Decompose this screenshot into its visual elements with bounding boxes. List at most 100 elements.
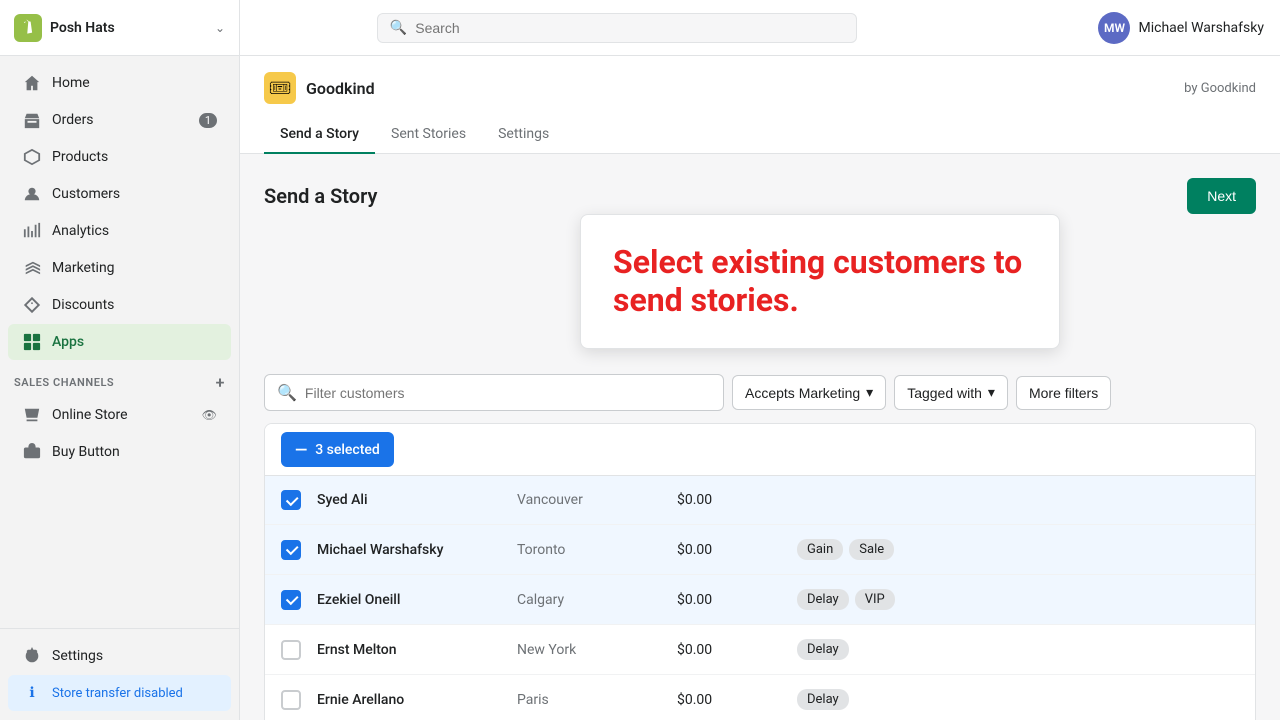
sidebar-item-products[interactable]: Products	[8, 139, 231, 175]
search-icon: 🔍	[390, 20, 407, 36]
row-checkbox-michael[interactable]	[281, 540, 301, 560]
buy-button-icon	[22, 442, 42, 462]
customer-amount: $0.00	[677, 492, 797, 508]
customer-name: Michael Warshafsky	[317, 542, 517, 558]
analytics-icon	[22, 221, 42, 241]
filter-search-icon: 🔍	[277, 383, 297, 402]
sales-channels-section: SALES CHANNELS +	[0, 361, 239, 396]
customer-name: Ernst Melton	[317, 642, 517, 658]
tagged-with-filter[interactable]: Tagged with ▾	[894, 375, 1008, 410]
filter-search-container[interactable]: 🔍	[264, 374, 724, 411]
next-button[interactable]: Next	[1187, 178, 1256, 214]
filter-customers-input[interactable]	[305, 385, 711, 401]
sidebar-item-home-label: Home	[52, 75, 90, 91]
tab-send-story[interactable]: Send a Story	[264, 116, 375, 154]
accepts-marketing-label: Accepts Marketing	[745, 385, 860, 401]
deselect-icon: —	[295, 440, 307, 459]
customer-city: Paris	[517, 692, 677, 708]
tag-delay: Delay	[797, 589, 849, 610]
customer-name: Syed Ali	[317, 492, 517, 508]
apps-icon	[22, 332, 42, 352]
tagged-with-label: Tagged with	[907, 385, 982, 401]
discounts-icon	[22, 295, 42, 315]
sidebar-item-store-transfer[interactable]: ℹ Store transfer disabled	[8, 675, 231, 711]
sidebar-item-orders[interactable]: Orders 1	[8, 102, 231, 138]
search-input[interactable]	[415, 20, 844, 36]
table-row: Ezekiel Oneill Calgary $0.00 Delay VIP	[265, 575, 1255, 625]
app-tabs: Send a Story Sent Stories Settings	[264, 116, 1256, 153]
customer-amount: $0.00	[677, 642, 797, 658]
accepts-marketing-chevron: ▾	[866, 384, 873, 401]
row-checkbox-syed-ali[interactable]	[281, 490, 301, 510]
user-name: Michael Warshafsky	[1138, 20, 1264, 36]
main-content: 🔍 MW Michael Warshafsky 🎟 Goodkind by Go…	[240, 0, 1280, 720]
sidebar-item-analytics-label: Analytics	[52, 223, 109, 239]
more-filters-label: More filters	[1029, 385, 1098, 401]
more-filters-button[interactable]: More filters	[1016, 376, 1111, 410]
tooltip-popup: Select existing customers to send storie…	[580, 214, 1060, 349]
sidebar-item-home[interactable]: Home	[8, 65, 231, 101]
customers-icon	[22, 184, 42, 204]
page-header: Send a Story Next	[264, 178, 1256, 214]
tooltip-text: Select existing customers to send storie…	[613, 243, 1022, 319]
tab-settings[interactable]: Settings	[482, 116, 565, 154]
accepts-marketing-filter[interactable]: Accepts Marketing ▾	[732, 375, 886, 410]
sidebar-item-discounts[interactable]: Discounts	[8, 287, 231, 323]
sidebar-item-online-store[interactable]: Online Store 👁	[8, 397, 231, 433]
selected-badge[interactable]: — 3 selected	[281, 432, 394, 467]
buy-button-label: Buy Button	[52, 444, 120, 460]
sidebar-item-buy-button[interactable]: Buy Button	[8, 434, 231, 470]
online-store-visibility-icon: 👁	[202, 408, 217, 422]
sidebar-item-apps[interactable]: Apps	[8, 324, 231, 360]
sidebar-item-marketing-label: Marketing	[52, 260, 115, 276]
app-icon: 🎟	[264, 72, 296, 104]
customer-city: New York	[517, 642, 677, 658]
search-bar[interactable]: 🔍	[377, 13, 857, 43]
user-initials: MW	[1104, 21, 1125, 35]
sidebar-bottom: Settings ℹ Store transfer disabled	[0, 628, 239, 720]
selected-count-label: 3 selected	[315, 442, 380, 458]
sidebar-item-apps-label: Apps	[52, 334, 84, 350]
table-row: Syed Ali Vancouver $0.00	[265, 476, 1255, 525]
customer-name: Ezekiel Oneill	[317, 592, 517, 608]
row-checkbox-ezekiel[interactable]	[281, 590, 301, 610]
orders-icon	[22, 110, 42, 130]
filter-bar: 🔍 Accepts Marketing ▾ Tagged with ▾ More…	[264, 374, 1256, 411]
sidebar-item-customers[interactable]: Customers	[8, 176, 231, 212]
sidebar: Posh Hats ⌄ Home Orders 1 Products	[0, 0, 240, 720]
sidebar-item-marketing[interactable]: Marketing	[8, 250, 231, 286]
topbar: 🔍 MW Michael Warshafsky	[240, 0, 1280, 56]
sidebar-header: Posh Hats ⌄	[0, 0, 239, 56]
online-store-label: Online Store	[52, 407, 128, 423]
sidebar-item-discounts-label: Discounts	[52, 297, 114, 313]
table-row: Ernie Arellano Paris $0.00 Delay	[265, 675, 1255, 720]
store-chevron-icon[interactable]: ⌄	[215, 21, 225, 35]
sidebar-item-customers-label: Customers	[52, 186, 120, 202]
app-header: 🎟 Goodkind by Goodkind Send a Story Sent…	[240, 56, 1280, 154]
sales-channels-title: SALES CHANNELS	[14, 376, 114, 389]
sidebar-item-analytics[interactable]: Analytics	[8, 213, 231, 249]
page-content: Send a Story Next Select existing custom…	[240, 154, 1280, 720]
info-icon: ℹ	[22, 683, 42, 703]
marketing-icon	[22, 258, 42, 278]
sidebar-item-products-label: Products	[52, 149, 108, 165]
row-checkbox-ernst[interactable]	[281, 640, 301, 660]
settings-icon	[22, 646, 42, 666]
table-row: Ernst Melton New York $0.00 Delay	[265, 625, 1255, 675]
row-checkbox-ernie[interactable]	[281, 690, 301, 710]
tag-vip: VIP	[855, 589, 895, 610]
sidebar-item-orders-label: Orders	[52, 112, 94, 128]
table-row: Michael Warshafsky Toronto $0.00 Gain Sa…	[265, 525, 1255, 575]
orders-badge: 1	[199, 113, 217, 128]
tag-gain: Gain	[797, 539, 843, 560]
settings-label: Settings	[52, 648, 103, 664]
shopify-logo	[14, 14, 42, 42]
customer-amount: $0.00	[677, 692, 797, 708]
sidebar-item-settings[interactable]: Settings	[8, 638, 231, 674]
customer-table: — 3 selected Syed Ali Vancouver $0.00 Mi…	[264, 423, 1256, 720]
tag-delay: Delay	[797, 689, 849, 710]
app-title: Goodkind	[306, 79, 1184, 98]
add-sales-channel-icon[interactable]: +	[216, 373, 225, 392]
tab-sent-stories[interactable]: Sent Stories	[375, 116, 482, 154]
customer-amount: $0.00	[677, 592, 797, 608]
